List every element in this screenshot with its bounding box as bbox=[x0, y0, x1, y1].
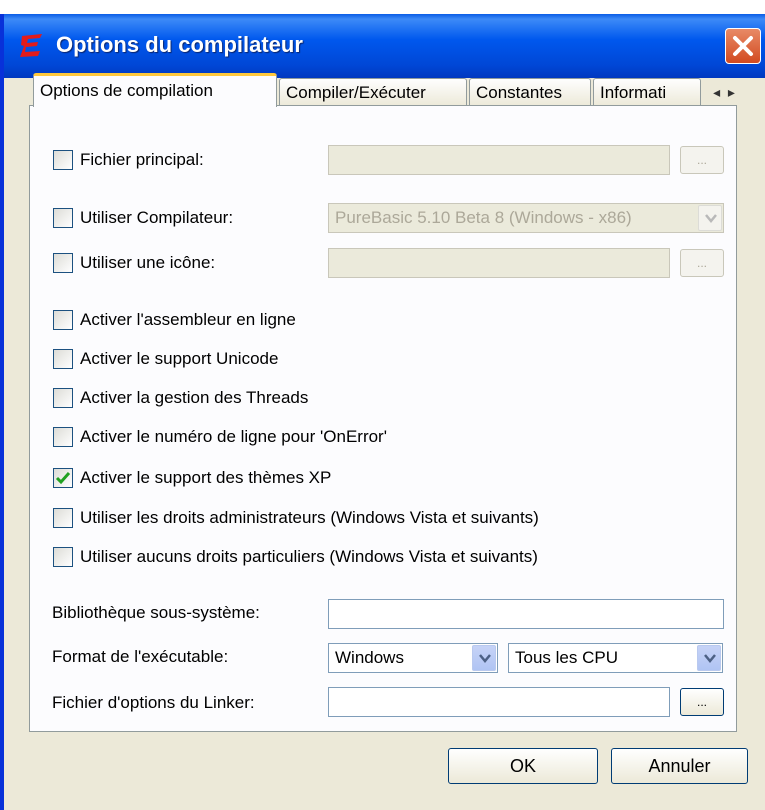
chevron-down-icon bbox=[704, 654, 716, 663]
option-no-rights-checkbox[interactable] bbox=[53, 547, 73, 567]
compiler-label: Utiliser Compilateur: bbox=[80, 208, 234, 227]
subsystem-input[interactable] bbox=[328, 599, 724, 629]
option-admin-rights-label: Utiliser les droits administrateurs (Win… bbox=[80, 508, 539, 527]
option-inline-asm-checkbox[interactable] bbox=[53, 310, 73, 330]
option-unicode-label: Activer le support Unicode bbox=[80, 349, 279, 368]
linker-browse-button[interactable]: ... bbox=[680, 688, 724, 716]
exe-format-select-value: Windows bbox=[335, 648, 404, 667]
exe-format-dropdown-button[interactable] bbox=[472, 645, 496, 671]
linker-input[interactable] bbox=[328, 687, 670, 717]
subsystem-label: Bibliothèque sous-système: bbox=[52, 603, 260, 622]
option-xp-themes-label: Activer le support des thèmes XP bbox=[80, 468, 332, 487]
cpu-select[interactable]: Tous les CPU bbox=[508, 643, 723, 673]
exe-format-label: Format de l'exécutable: bbox=[52, 647, 229, 666]
checkmark-icon bbox=[55, 472, 71, 485]
main-file-field[interactable] bbox=[328, 145, 670, 175]
option-admin-rights-checkbox[interactable] bbox=[53, 508, 73, 528]
chevron-down-icon bbox=[479, 654, 491, 663]
option-threads-checkbox[interactable] bbox=[53, 388, 73, 408]
title-bar[interactable]: Options du compilateur bbox=[4, 14, 765, 78]
main-file-checkbox[interactable] bbox=[53, 150, 73, 170]
icon-browse-button[interactable]: ... bbox=[680, 249, 724, 277]
chevron-down-icon bbox=[705, 214, 717, 223]
compiler-select[interactable]: PureBasic 5.10 Beta 8 (Windows - x86) bbox=[328, 203, 724, 233]
tab-informations[interactable]: Informati bbox=[593, 78, 701, 106]
icon-field[interactable] bbox=[328, 248, 670, 278]
tab-compiler-executer[interactable]: Compiler/Exécuter bbox=[279, 78, 467, 106]
option-xp-themes-checkbox[interactable] bbox=[53, 468, 73, 488]
window-title: Options du compilateur bbox=[56, 32, 303, 57]
ok-button[interactable]: OK bbox=[448, 748, 598, 784]
compiler-checkbox[interactable] bbox=[53, 208, 73, 228]
tab-scroll-arrows[interactable]: ◂ ▸ bbox=[698, 80, 750, 104]
cancel-button[interactable]: Annuler bbox=[611, 748, 748, 784]
option-unicode-checkbox[interactable] bbox=[53, 349, 73, 369]
main-file-browse-button[interactable]: ... bbox=[680, 146, 724, 174]
exe-format-select[interactable]: Windows bbox=[328, 643, 498, 673]
tab-scroll-right-icon[interactable]: ▸ bbox=[728, 84, 735, 100]
close-icon bbox=[733, 36, 753, 56]
option-no-rights-label: Utiliser aucuns droits particuliers (Win… bbox=[80, 547, 538, 566]
linker-label: Fichier d'options du Linker: bbox=[52, 693, 255, 712]
icon-label: Utiliser une icône: bbox=[80, 253, 216, 272]
main-file-label: Fichier principal: bbox=[80, 150, 204, 169]
tab-constantes[interactable]: Constantes bbox=[469, 78, 591, 106]
tab-panel bbox=[29, 105, 737, 732]
tab-scroll-left-icon[interactable]: ◂ bbox=[713, 84, 720, 100]
cpu-select-value: Tous les CPU bbox=[515, 648, 618, 667]
compiler-select-value: PureBasic 5.10 Beta 8 (Windows - x86) bbox=[335, 208, 632, 227]
tab-options-de-compilation[interactable]: Options de compilation bbox=[33, 73, 277, 107]
option-onerror-checkbox[interactable] bbox=[53, 427, 73, 447]
purebasic-app-icon bbox=[20, 34, 42, 57]
option-inline-asm-label: Activer l'assembleur en ligne bbox=[80, 310, 296, 329]
option-onerror-label: Activer le numéro de ligne pour 'OnError… bbox=[80, 427, 387, 446]
compiler-dropdown-button[interactable] bbox=[698, 205, 722, 231]
close-button[interactable] bbox=[725, 28, 761, 64]
cpu-dropdown-button[interactable] bbox=[697, 645, 721, 671]
icon-checkbox[interactable] bbox=[53, 253, 73, 273]
option-threads-label: Activer la gestion des Threads bbox=[80, 388, 309, 407]
